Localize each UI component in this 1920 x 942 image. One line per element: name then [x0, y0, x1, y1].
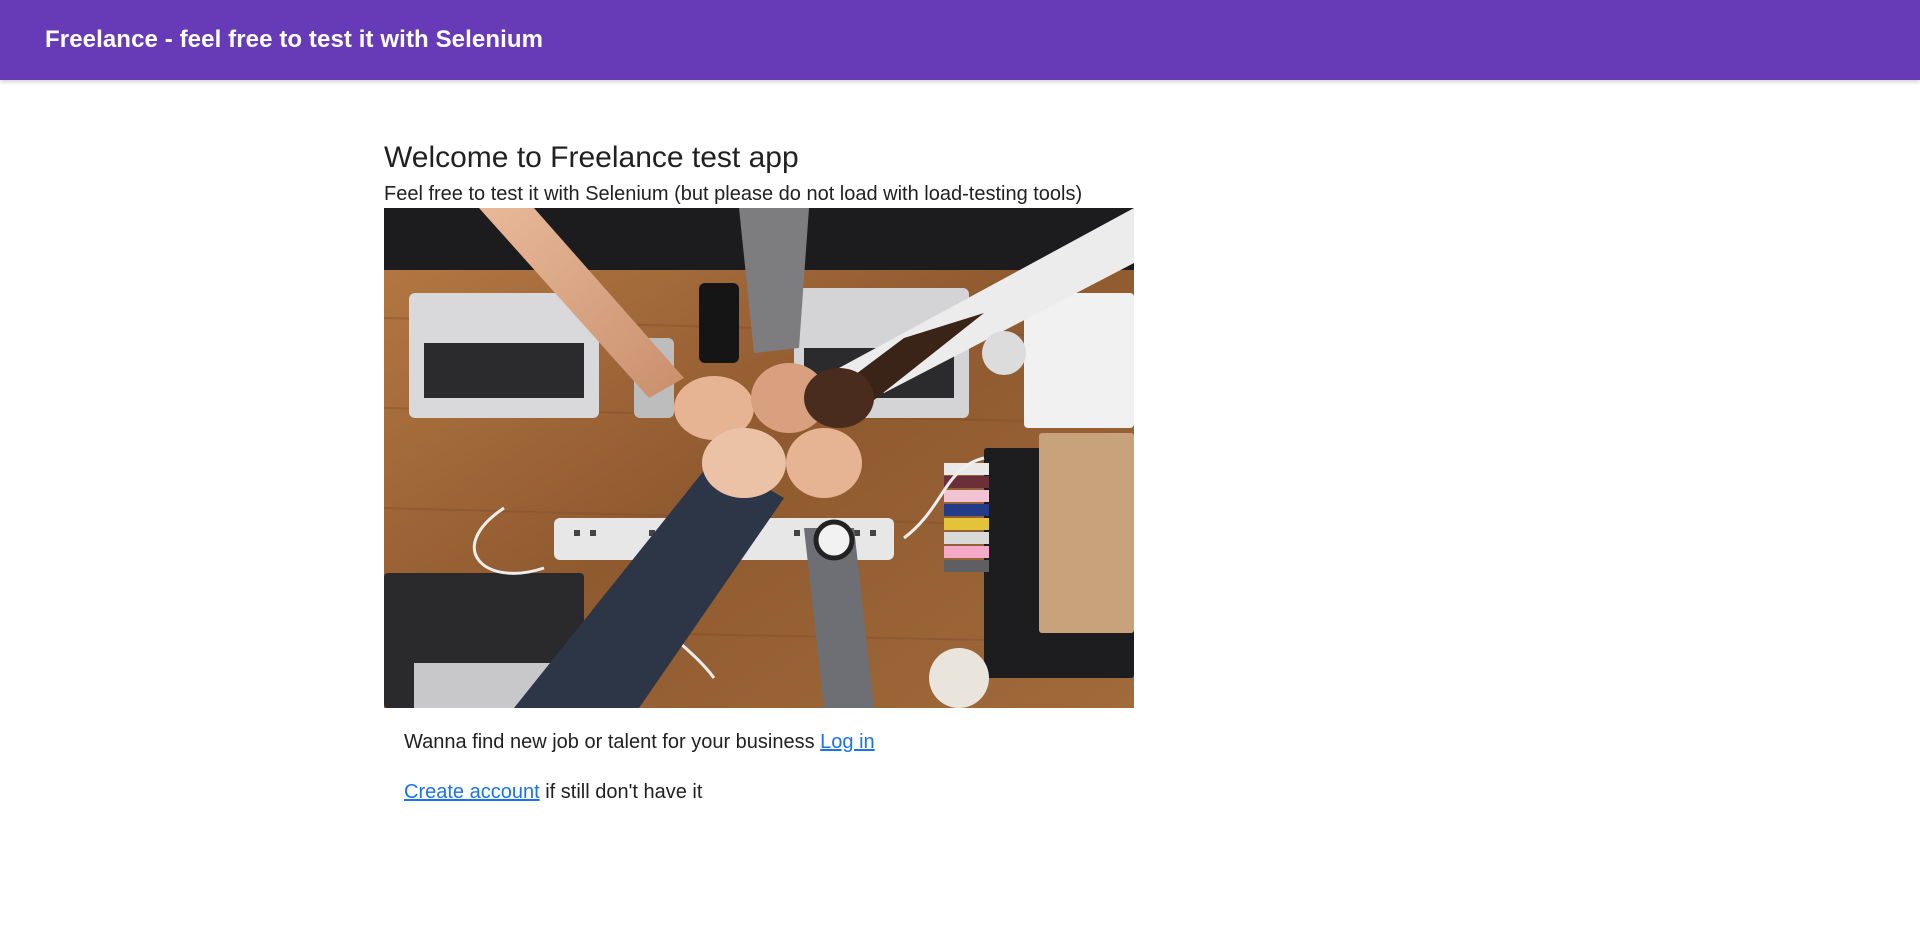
cta-login-line: Wanna find new job or talent for your bu… [404, 730, 1144, 754]
cta-signup-line: Create account if still don't have it [404, 780, 1144, 804]
hero-image [384, 208, 1134, 708]
page-subtitle: Feel free to test it with Selenium (but … [384, 183, 1083, 205]
page-title: Welcome to Freelance test app [384, 141, 799, 174]
main-content: Welcome to Freelance test app Feel free … [384, 138, 1144, 830]
app-title: Freelance - feel free to test it with Se… [45, 26, 544, 53]
login-link[interactable]: Log in [820, 731, 875, 753]
teamwork-photo [384, 208, 1134, 708]
create-account-link[interactable]: Create account [404, 781, 540, 803]
cta-login-text: Wanna find new job or talent for your bu… [404, 731, 815, 753]
cta-section: Wanna find new job or talent for your bu… [404, 730, 1144, 804]
app-bar: Freelance - feel free to test it with Se… [0, 0, 1920, 80]
cta-signup-text: if still don't have it [545, 781, 703, 803]
